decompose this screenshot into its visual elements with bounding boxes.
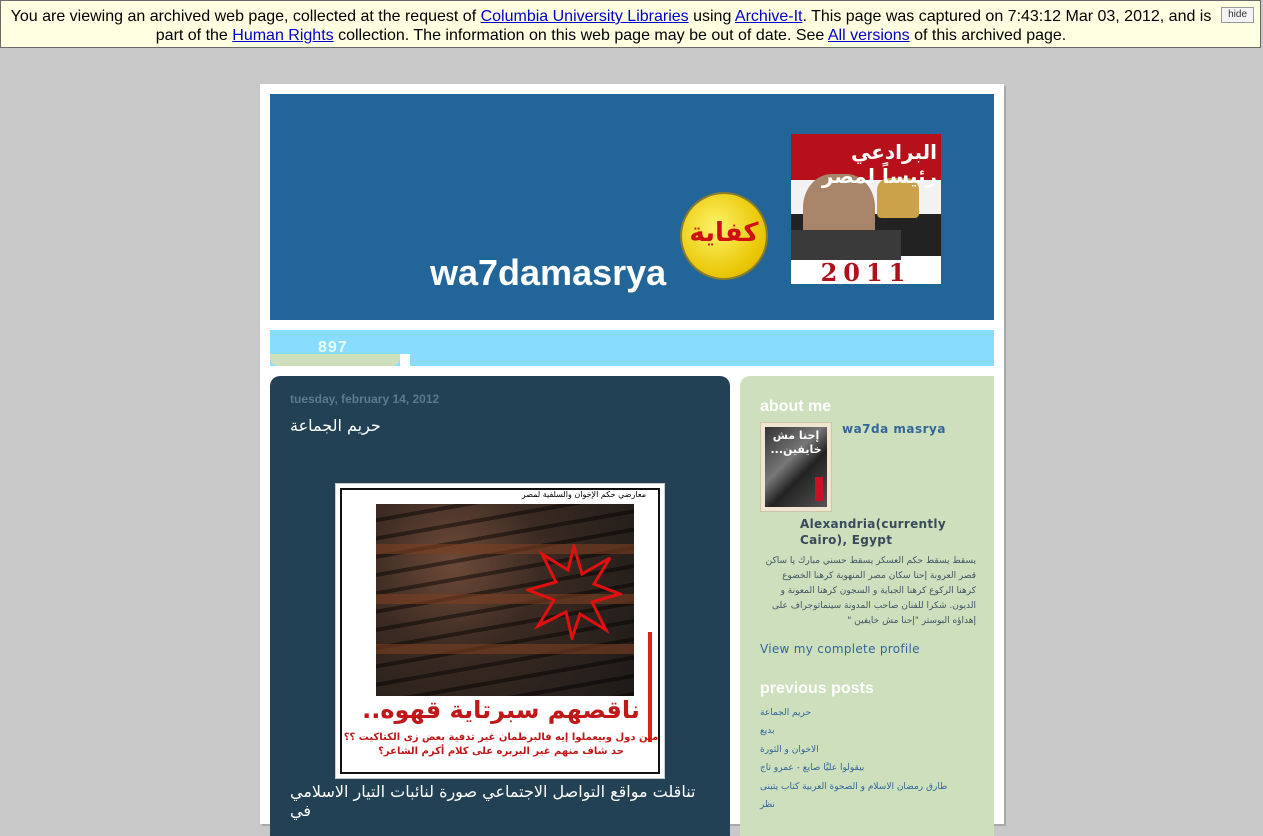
- kefaya-logo: كفاية: [682, 194, 766, 278]
- blog-header: wa7damasrya كفاية البرادعي رئيساً لمصر 2…: [270, 94, 994, 320]
- profile-photo-accent: [815, 477, 823, 501]
- profile-description: يسقط يسقط حكم العسكر يسقط حسني مبارك يا …: [765, 556, 976, 626]
- post-date: tuesday, february 14, 2012: [290, 392, 440, 406]
- human-rights-link[interactable]: Human Rights: [232, 27, 333, 44]
- previous-post-link[interactable]: الاخوان و الثورة: [760, 741, 947, 759]
- nav-divider-curve: [410, 354, 420, 366]
- previous-posts-heading: previous posts: [760, 680, 874, 697]
- red-arrow-icon: [648, 632, 652, 742]
- hide-banner-button[interactable]: hide: [1221, 7, 1254, 23]
- nav-strip: 897: [270, 330, 994, 366]
- portrait-suit: [791, 230, 901, 260]
- red-starburst-icon: [526, 544, 622, 640]
- previous-posts-list: حريم الجماعة بديع الاخوان و الثورة بيقول…: [760, 704, 947, 814]
- archive-text-5: of this archived page.: [909, 27, 1067, 44]
- archive-notice-text: You are viewing an archived web page, co…: [6, 7, 1216, 45]
- main-post-column: tuesday, february 14, 2012 حريم الجماعة …: [270, 376, 730, 836]
- parliament-photo: [376, 504, 652, 742]
- sidebar: about me إحنا مش خايفين... wa7da masrya …: [740, 376, 994, 836]
- kefaya-logo-text: كفاية: [689, 218, 759, 248]
- image-text-big: ناقصهم سبرتاية قهوه..: [362, 696, 640, 724]
- image-text-line-2: حد شاف منهم غير البربره على كلام أكرم ال…: [378, 746, 624, 757]
- nav-divider: [400, 354, 410, 366]
- view-profile-link[interactable]: View my complete profile: [760, 642, 920, 656]
- blog-container: wa7damasrya كفاية البرادعي رئيساً لمصر 2…: [260, 84, 1004, 836]
- all-versions-link[interactable]: All versions: [828, 27, 910, 44]
- photo-bench-row: [376, 644, 634, 654]
- post-body: تناقلت مواقع التواصل الاجتماعي صورة لنائ…: [290, 782, 696, 820]
- about-me-heading: about me: [760, 398, 832, 415]
- image-caption-top: معارضي حكم الإخوان والسلفية لمصر: [521, 490, 646, 499]
- profile-photo-text: إحنا مش خايفين...: [770, 429, 822, 456]
- archive-text-1: You are viewing an archived web page, co…: [10, 8, 481, 25]
- poster-year: 2011: [820, 258, 912, 284]
- archive-it-link[interactable]: Archive-It: [735, 8, 803, 25]
- previous-post-link[interactable]: بيقولوا عليَّا صايع - عمرو تاج: [760, 759, 947, 777]
- archive-banner: You are viewing an archived web page, co…: [0, 0, 1261, 48]
- blog-title[interactable]: wa7damasrya: [430, 252, 666, 294]
- post-title[interactable]: حريم الجماعة: [290, 416, 381, 435]
- poster-headline: البرادعي رئيساً لمصر: [821, 140, 937, 188]
- visitor-counter: 897: [318, 339, 348, 356]
- post-image[interactable]: معارضي حكم الإخوان والسلفية لمصر ناقصهم …: [335, 483, 665, 779]
- previous-post-link[interactable]: حريم الجماعة: [760, 704, 947, 722]
- profile-location: Alexandria(currently Cairo), Egypt: [800, 517, 946, 547]
- image-text-line-1: مين دول وبيعملوا إيه فالبرطمان غير تدفية…: [343, 732, 659, 743]
- archive-text-4: collection. The information on this web …: [333, 27, 828, 44]
- previous-post-link[interactable]: نظر: [760, 796, 947, 814]
- archive-text-2: using: [688, 8, 735, 25]
- profile-name-link[interactable]: wa7da masrya: [842, 422, 946, 436]
- profile-photo[interactable]: إحنا مش خايفين...: [760, 422, 832, 512]
- previous-post-link[interactable]: طارق رمضان الاسلام و الصحوة العربية كتاب…: [760, 778, 947, 796]
- previous-post-link[interactable]: بديع: [760, 722, 947, 740]
- columbia-libraries-link[interactable]: Columbia University Libraries: [481, 8, 689, 25]
- elbaradei-poster-image: البرادعي رئيساً لمصر 2011: [791, 134, 941, 284]
